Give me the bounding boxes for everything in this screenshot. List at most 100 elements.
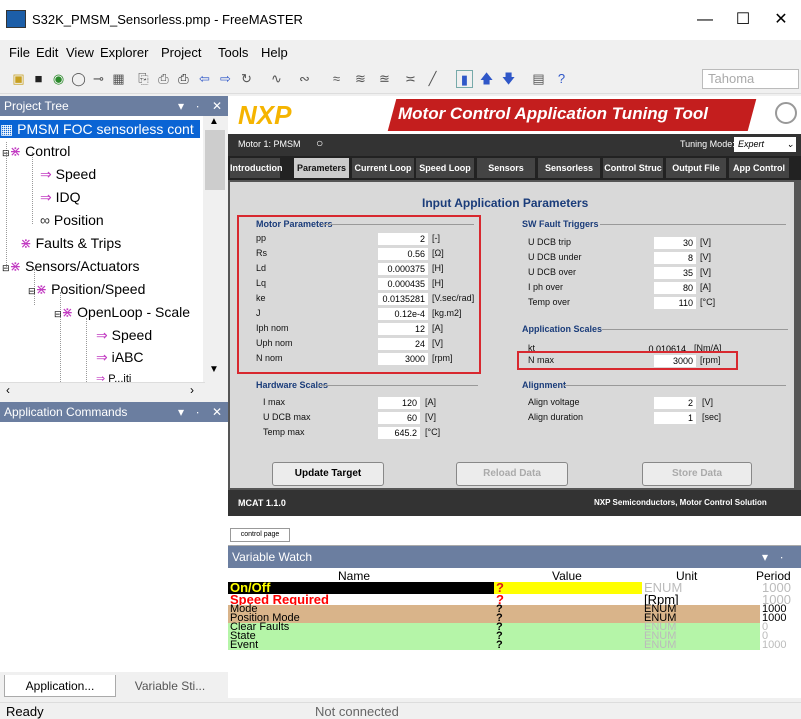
back-icon[interactable]: ⇦ bbox=[196, 70, 213, 88]
forward-icon[interactable]: ⇨ bbox=[217, 70, 234, 88]
menu-explorer[interactable]: Explorer bbox=[100, 45, 148, 60]
zoom-in-icon[interactable]: ≋ bbox=[352, 70, 369, 88]
pane-close-icon[interactable]: ✕ bbox=[212, 96, 222, 116]
properties-icon[interactable]: ▦ bbox=[110, 70, 127, 88]
minimize-icon[interactable]: — bbox=[690, 8, 720, 32]
menu-file[interactable]: File bbox=[9, 45, 30, 60]
pane-dropdown-icon[interactable]: ▾ bbox=[178, 402, 184, 422]
param-input[interactable]: 0.000435 bbox=[378, 278, 428, 290]
reload-data-button[interactable]: Reload Data bbox=[456, 462, 568, 486]
maximize-icon[interactable]: ☐ bbox=[728, 8, 758, 32]
pane-pin-icon[interactable]: ∙ bbox=[780, 546, 783, 568]
close-icon[interactable]: ✕ bbox=[766, 8, 796, 32]
menu-project[interactable]: Project bbox=[161, 45, 201, 60]
tab-application[interactable]: Application... bbox=[4, 675, 116, 697]
menu-edit[interactable]: Edit bbox=[36, 45, 58, 60]
tree-item-sensors[interactable]: ⊟⋇ Sensors/Actuators bbox=[2, 258, 140, 275]
tree-item-openloop[interactable]: ⊟⋇ OpenLoop - Scale bbox=[54, 304, 190, 321]
tab-control-page[interactable]: control page bbox=[230, 528, 290, 542]
pane-dropdown-icon[interactable]: ▾ bbox=[762, 546, 768, 568]
watch-row[interactable]: Speed Required? [Rpm] 1000 bbox=[228, 593, 801, 606]
param-input[interactable]: 80 bbox=[654, 282, 696, 294]
param-input[interactable]: 1 bbox=[654, 412, 696, 424]
cursor-icon[interactable]: ≍ bbox=[402, 70, 419, 88]
print-icon[interactable]: ⎙ bbox=[175, 70, 192, 88]
pane-dropdown-icon[interactable]: ▾ bbox=[178, 96, 184, 116]
tree-item-control[interactable]: ⊟⋇ Control bbox=[2, 143, 70, 160]
param-input[interactable]: 0.0135281 bbox=[378, 293, 428, 305]
up-icon[interactable]: 🡅 bbox=[478, 70, 495, 88]
watch-row[interactable]: State? ENUM 0 bbox=[228, 631, 801, 642]
tab-variable-stimulus[interactable]: Variable Sti... bbox=[120, 675, 220, 697]
link-icon[interactable]: ⊸ bbox=[90, 70, 107, 88]
param-input[interactable]: 3000 bbox=[654, 355, 696, 367]
marker-icon[interactable]: ╱ bbox=[424, 70, 441, 88]
stop-icon[interactable]: ◯ bbox=[70, 70, 87, 88]
tuning-mode-select[interactable]: Expert ⌄ bbox=[734, 137, 796, 152]
menu-help[interactable]: Help bbox=[261, 45, 288, 60]
tree-item-idq[interactable]: ⇒ IDQ bbox=[40, 189, 81, 206]
help-icon[interactable]: ? bbox=[553, 70, 570, 88]
update-target-button[interactable]: Update Target bbox=[272, 462, 384, 486]
tree-scroll-thumb[interactable] bbox=[205, 130, 225, 190]
connect-icon[interactable]: ◉ bbox=[50, 70, 67, 88]
copy-icon[interactable]: ⎘ bbox=[135, 70, 152, 88]
param-input[interactable]: 0.12e-4 bbox=[378, 308, 428, 320]
menu-tools[interactable]: Tools bbox=[218, 45, 248, 60]
paste-icon[interactable]: ⎙ bbox=[155, 70, 172, 88]
zoom-out-icon[interactable]: ≊ bbox=[376, 70, 393, 88]
param-input[interactable]: 12 bbox=[378, 323, 428, 335]
param-input[interactable]: 2 bbox=[378, 233, 428, 245]
tab-app-control[interactable]: App Control bbox=[729, 158, 789, 178]
pane-pin-icon[interactable]: ∙ bbox=[196, 402, 199, 422]
watch-row[interactable]: Event? ENUM 1000 bbox=[228, 640, 801, 651]
param-input[interactable]: 30 bbox=[654, 237, 696, 249]
tree-item-position-speed[interactable]: ⊟⋇ Position/Speed bbox=[28, 281, 145, 298]
tab-speed-loop[interactable]: Speed Loop bbox=[416, 158, 474, 178]
refresh-icon[interactable]: ↻ bbox=[238, 70, 255, 88]
param-input[interactable]: 0.000375 bbox=[378, 263, 428, 275]
watch-row[interactable]: Clear Faults? ENUM 0 bbox=[228, 622, 801, 633]
font-select[interactable]: Tahoma bbox=[702, 69, 799, 89]
param-input[interactable]: 60 bbox=[378, 412, 420, 424]
tab-control-struc[interactable]: Control Struc bbox=[603, 158, 663, 178]
monitor-icon[interactable]: ▤ bbox=[530, 70, 547, 88]
open-icon[interactable]: ▣ bbox=[10, 70, 27, 88]
watch-row[interactable]: Mode? ENUM 1000 bbox=[228, 604, 801, 615]
menu-view[interactable]: View bbox=[66, 45, 94, 60]
tab-sensorless[interactable]: Sensorless bbox=[538, 158, 600, 178]
down-icon[interactable]: 🡇 bbox=[500, 70, 517, 88]
tab-introduction[interactable]: Introduction bbox=[230, 158, 283, 178]
store-data-button[interactable]: Store Data bbox=[642, 462, 752, 486]
tab-parameters[interactable]: Parameters bbox=[294, 158, 349, 178]
param-unit: [V] bbox=[700, 267, 712, 277]
param-input[interactable]: 35 bbox=[654, 267, 696, 279]
tree-item-positi[interactable]: ⇒ P...iti bbox=[96, 372, 131, 382]
pane-close-icon[interactable]: ✕ bbox=[212, 402, 222, 422]
tab-output-file[interactable]: Output File bbox=[666, 158, 726, 178]
tab-current-loop[interactable]: Current Loop bbox=[352, 158, 414, 178]
tree-item-speed-2[interactable]: ⇒ Speed bbox=[96, 327, 152, 344]
zoom-icon[interactable]: ≈ bbox=[328, 70, 345, 88]
tree-item-position[interactable]: ∞ Position bbox=[40, 212, 104, 228]
tree-item-iabc[interactable]: ⇒ iABC bbox=[96, 349, 144, 366]
param-input[interactable]: 0.56 bbox=[378, 248, 428, 260]
tree-item-project[interactable]: ▦ PMSM FOC sensorless cont bbox=[0, 120, 200, 138]
graph-icon[interactable]: ∾ bbox=[296, 70, 313, 88]
bars-icon[interactable]: ▮ bbox=[456, 70, 473, 88]
tree-item-faults[interactable]: ⋇ Faults & Trips bbox=[20, 235, 121, 252]
param-input[interactable]: 24 bbox=[378, 338, 428, 350]
tab-sensors[interactable]: Sensors bbox=[477, 158, 535, 178]
pane-pin-icon[interactable]: ∙ bbox=[196, 96, 199, 116]
tree-horizontal-scrollbar[interactable]: ‹ › bbox=[0, 382, 205, 399]
save-icon[interactable]: ■ bbox=[30, 70, 47, 88]
oscilloscope-icon[interactable]: ∿ bbox=[268, 70, 285, 88]
param-input[interactable]: 8 bbox=[654, 252, 696, 264]
param-input[interactable]: 645.2 bbox=[378, 427, 420, 439]
param-input[interactable]: 3000 bbox=[378, 353, 428, 365]
param-input[interactable]: 120 bbox=[378, 397, 420, 409]
watch-row[interactable]: Position Mode? ENUM 1000 bbox=[228, 613, 801, 624]
tree-item-speed[interactable]: ⇒ Speed bbox=[40, 166, 96, 183]
param-input[interactable]: 2 bbox=[654, 397, 696, 409]
param-input[interactable]: 110 bbox=[654, 297, 696, 309]
